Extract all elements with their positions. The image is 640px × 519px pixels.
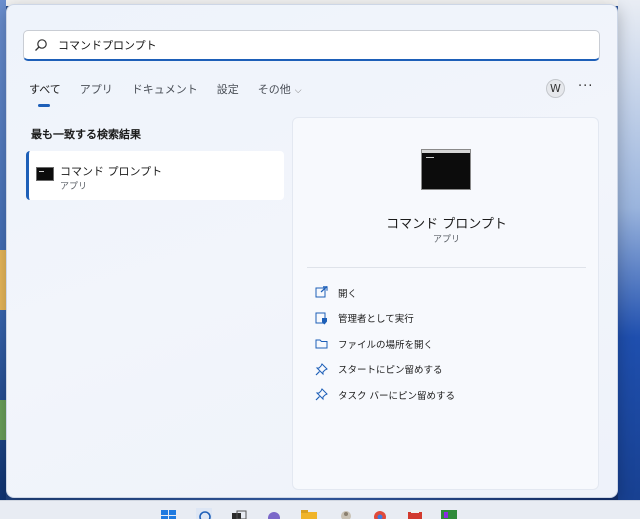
detail-app-name: コマンド プロンプト <box>386 217 507 232</box>
desktop-wallpaper <box>618 0 640 519</box>
chat-icon[interactable] <box>266 508 282 519</box>
tab-apps[interactable]: アプリ <box>80 81 113 107</box>
chevron-down-icon: ⌵ <box>294 86 302 96</box>
divider <box>307 267 586 268</box>
app-icon[interactable] <box>441 508 457 519</box>
detail-app-type: アプリ <box>432 235 460 245</box>
avatar[interactable]: W <box>546 79 565 98</box>
search-input[interactable] <box>58 34 558 56</box>
command-prompt-icon <box>421 149 471 190</box>
app-icon[interactable] <box>338 508 354 519</box>
more-options-button[interactable]: ··· <box>578 79 593 94</box>
tab-documents[interactable]: ドキュメント <box>132 81 198 107</box>
tab-settings[interactable]: 設定 <box>217 81 239 107</box>
filter-tabs: すべて アプリ ドキュメント 設定 その他 ⌵ <box>29 81 321 107</box>
best-match-heading: 最も一致する検索結果 <box>31 128 141 141</box>
result-type: アプリ <box>60 182 88 192</box>
search-panel: すべて アプリ ドキュメント 設定 その他⌵ W ··· 最も一致する検索結果 … <box>6 4 618 498</box>
search-box[interactable] <box>23 30 600 61</box>
action-pin-to-taskbar[interactable]: タスク バーにピン留めする <box>315 382 455 408</box>
action-list: 開く 管理者として実行 ファイルの場所を開く スタートにピン留めする タスク バ… <box>315 280 455 408</box>
action-open-file-location[interactable]: ファイルの場所を開く <box>315 331 455 357</box>
open-external-icon <box>315 286 328 298</box>
tab-more[interactable]: その他 ⌵ <box>258 81 302 107</box>
windows-start-icon[interactable] <box>161 508 177 519</box>
search-icon <box>35 39 47 51</box>
command-prompt-icon <box>36 167 54 181</box>
search-icon[interactable] <box>196 508 212 519</box>
best-match-result[interactable]: コマンド プロンプト アプリ <box>26 151 284 200</box>
folder-icon <box>315 339 328 349</box>
admin-shield-icon <box>315 312 327 325</box>
pin-icon <box>315 362 328 376</box>
chrome-icon[interactable] <box>372 508 388 519</box>
pin-icon <box>315 388 328 401</box>
action-pin-to-start[interactable]: スタートにピン留めする <box>315 357 455 383</box>
app-icon[interactable] <box>407 508 423 519</box>
action-open[interactable]: 開く <box>315 280 455 306</box>
file-explorer-icon[interactable] <box>301 508 317 519</box>
action-run-as-admin[interactable]: 管理者として実行 <box>315 306 455 332</box>
result-name: コマンド プロンプト <box>60 165 163 178</box>
taskbar <box>0 500 640 519</box>
tab-all[interactable]: すべて <box>29 81 61 107</box>
detail-pane: コマンド プロンプト アプリ 開く 管理者として実行 ファイルの場所を開く スタ… <box>292 117 599 490</box>
task-view-icon[interactable] <box>231 508 247 519</box>
